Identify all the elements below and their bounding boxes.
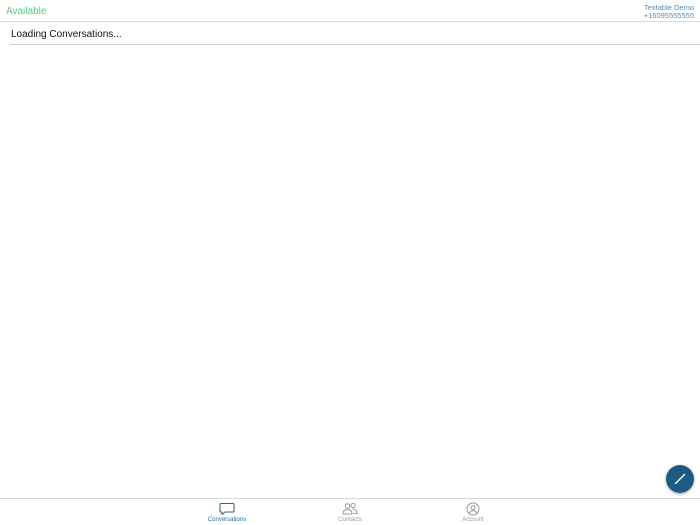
tab-label-conversations: Conversations	[207, 517, 247, 523]
tab-label-contacts: Contacts	[338, 517, 362, 523]
compose-button[interactable]	[666, 465, 694, 493]
account-info: Textable Demo +16095555555	[644, 4, 694, 19]
conversation-list: Loading Conversations...	[10, 23, 700, 45]
user-circle-icon	[465, 502, 481, 516]
account-number: +16095555555	[643, 10, 694, 20]
tab-contacts[interactable]: Contacts	[320, 499, 380, 525]
people-icon	[342, 502, 358, 516]
top-bar: Available Textable Demo +16095555555	[0, 0, 700, 22]
availability-status[interactable]: Available	[6, 6, 46, 18]
app-root: Available Textable Demo +16095555555 Loa…	[0, 0, 700, 525]
chat-bubble-icon	[219, 502, 235, 516]
pencil-icon	[673, 472, 687, 486]
loading-message: Loading Conversations...	[11, 29, 122, 40]
tab-bar: Conversations Contacts Account	[0, 498, 700, 525]
tab-label-account: Account	[462, 517, 484, 523]
tab-conversations[interactable]: Conversations	[197, 499, 257, 525]
tab-account[interactable]: Account	[443, 499, 503, 525]
